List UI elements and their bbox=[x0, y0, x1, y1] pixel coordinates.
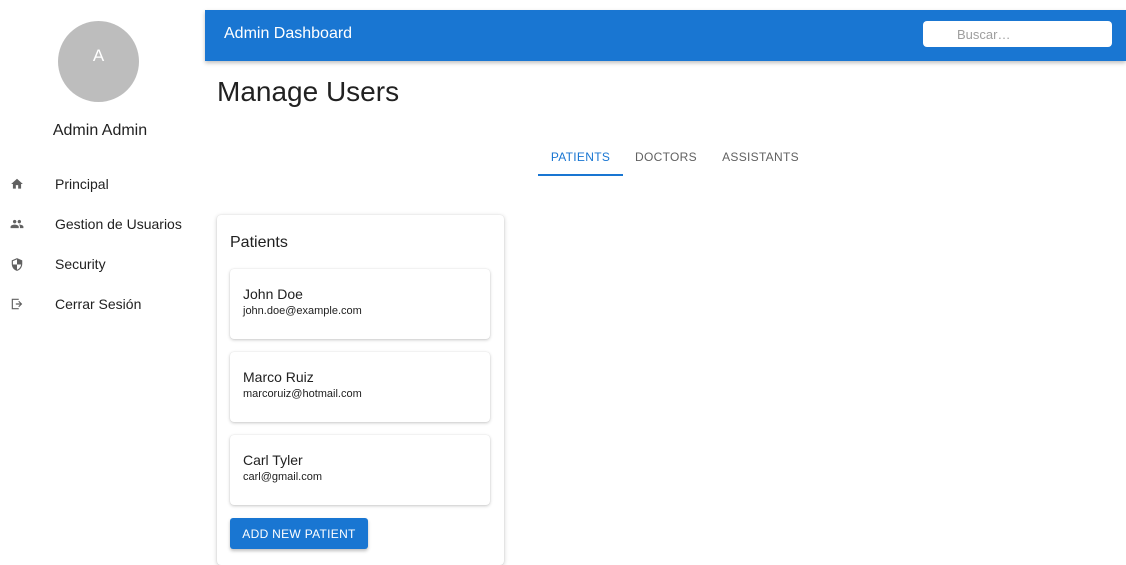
people-icon bbox=[9, 216, 25, 232]
sidebar-item-label: Security bbox=[55, 256, 106, 272]
sidebar-item-label: Principal bbox=[55, 176, 109, 192]
avatar-initial: A bbox=[92, 45, 105, 65]
app-bar: Admin Dashboard bbox=[205, 10, 1126, 61]
search-input[interactable] bbox=[923, 21, 1112, 47]
card-title: Patients bbox=[230, 234, 288, 251]
patient-list-item[interactable]: Carl Tyler carl@gmail.com bbox=[230, 435, 490, 505]
patient-name: Carl Tyler bbox=[243, 452, 303, 468]
sidebar-item-label: Gestion de Usuarios bbox=[55, 216, 182, 232]
sidebar-item-security[interactable]: Security bbox=[0, 250, 200, 278]
tab-patients[interactable]: Patients bbox=[538, 140, 623, 176]
sidebar: A Admin Admin Principal Gestion de Usuar… bbox=[0, 0, 200, 549]
shield-icon bbox=[9, 256, 25, 272]
sidebar-item-principal[interactable]: Principal bbox=[0, 170, 200, 198]
patient-email: carl@gmail.com bbox=[243, 471, 323, 483]
page-title: Manage Users bbox=[217, 76, 400, 107]
home-icon bbox=[9, 176, 25, 192]
logout-icon bbox=[9, 296, 25, 312]
sidebar-item-cerrar-sesion[interactable]: Cerrar Sesión bbox=[0, 290, 200, 318]
patient-email: marcoruiz@hotmail.com bbox=[243, 388, 362, 400]
patient-email: john.doe@example.com bbox=[243, 305, 362, 317]
add-patient-button[interactable]: ADD NEW PATIENT bbox=[230, 518, 368, 549]
patient-list-item[interactable]: John Doe john.doe@example.com bbox=[230, 269, 490, 339]
sidebar-item-gestion-de-usuarios[interactable]: Gestion de Usuarios bbox=[0, 210, 200, 238]
patient-list-item[interactable]: Marco Ruiz marcoruiz@hotmail.com bbox=[230, 352, 490, 422]
patient-name: John Doe bbox=[243, 286, 303, 302]
patients-card: Patients John Doe john.doe@example.com M… bbox=[217, 215, 504, 565]
tab-doctors[interactable]: Doctors bbox=[623, 140, 709, 176]
user-name: Admin Admin bbox=[52, 122, 148, 139]
patient-name: Marco Ruiz bbox=[243, 369, 314, 385]
sidebar-item-label: Cerrar Sesión bbox=[55, 296, 142, 312]
avatar: A bbox=[58, 21, 139, 102]
tab-assistants[interactable]: Assistants bbox=[709, 140, 812, 176]
app-title: Admin Dashboard bbox=[224, 25, 353, 42]
